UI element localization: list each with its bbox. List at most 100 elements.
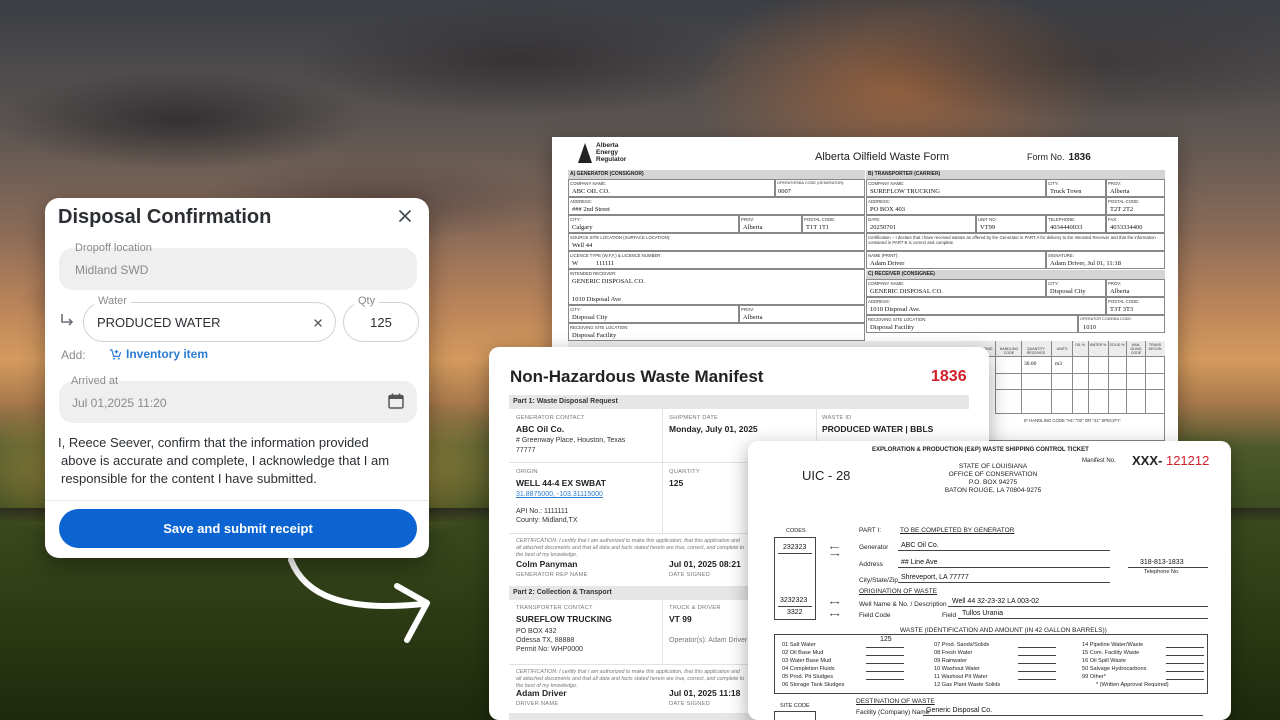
uic-rule — [958, 618, 1208, 619]
uic-well-label: Well Name & No. / Description — [859, 601, 947, 608]
generator-address-line1: # Greenway Place, Houston, Texas — [516, 437, 626, 444]
dropoff-location-label: Dropoff location — [75, 242, 152, 254]
uic-arrow-icon: ⟶ — [830, 552, 840, 559]
uic-28-shipping-ticket: EXPLORATION & PRODUCTION (E&P) WASTE SHI… — [748, 441, 1231, 720]
aer-label: FAX: — [1108, 217, 1118, 222]
dropoff-location-field[interactable]: Dropoff location Midland SWD — [59, 242, 417, 290]
uic-rule — [866, 647, 904, 648]
uic-rule — [1166, 663, 1204, 664]
transporter-contact-label: TRANSPORTER CONTACT — [516, 605, 593, 611]
quantity: 125 — [669, 478, 684, 488]
quantity-field[interactable]: Qty 125 — [343, 295, 419, 342]
aer-units: m3 — [1055, 361, 1063, 367]
aer-value: T3T 3T3 — [1110, 306, 1134, 313]
generator-rep-name: Colm Panyman — [516, 559, 578, 569]
uic-rule — [1166, 671, 1204, 672]
aer-label: PROV: — [1108, 281, 1122, 286]
aer-col-line — [1126, 341, 1127, 413]
aer-label: COMPANY NAME: — [570, 181, 607, 186]
water-label: Water — [94, 295, 131, 307]
aer-value: Alberta — [1110, 188, 1130, 195]
aer-value: Well 44 — [572, 242, 593, 249]
aer-col-line — [1051, 341, 1052, 413]
driver-name-label: DRIVER NAME — [516, 701, 559, 707]
aer-label: CITY: — [1048, 281, 1059, 286]
origin-coordinates-link[interactable]: 31.8875000, -103.31115000 — [516, 491, 603, 498]
dropoff-location-value: Midland SWD — [75, 263, 149, 277]
add-inventory-item-link[interactable]: Inventory item — [109, 347, 208, 361]
cart-add-icon — [109, 348, 122, 360]
uic-phone: 318-813-1833 — [1140, 559, 1184, 566]
quantity-label: QUANTITY — [669, 469, 700, 475]
uic-state-header: STATE OF LOUISIANA OFFICE OF CONSERVATION… — [944, 463, 1042, 494]
aer-label: LICENCE TYPE (W,F,F,) & LICENCE NUMBER: — [570, 253, 662, 258]
uic-rule — [1166, 647, 1204, 648]
uic-rule — [898, 567, 1110, 568]
qty-value: 125 — [370, 315, 392, 330]
subdirectory-arrow-icon — [61, 314, 74, 326]
aer-row-line — [995, 373, 1165, 374]
add-label: Add: — [61, 348, 86, 362]
aer-col-line — [995, 341, 996, 413]
aer-label: UNIT NO: — [978, 217, 997, 222]
flow-arrow-icon — [288, 557, 430, 643]
save-and-submit-button[interactable]: Save and submit receipt — [59, 509, 417, 548]
uic-site-code-label: SITE CODE — [780, 703, 810, 709]
aer-col-header: SOLID % — [1109, 343, 1125, 347]
aer-value: W — [572, 260, 579, 267]
aer-row-line — [995, 389, 1165, 390]
aer-value: Adam Driver, Jul 01, 11:18 — [1050, 260, 1121, 267]
aer-value: PO BOX 403 — [870, 206, 906, 213]
water-type-field[interactable]: Water PRODUCED WATER — [83, 295, 336, 342]
confirmation-statement: I, Reece Seever, confirm that the inform… — [58, 435, 390, 486]
uic-field: Tullos Urania — [962, 610, 1003, 617]
manifest-divider — [662, 409, 663, 533]
transporter-address-1: PO BOX 432 — [516, 628, 557, 635]
uic-rule — [1018, 647, 1056, 648]
aer-label: ADDRESS: — [868, 199, 890, 204]
aer-value: 0007 — [778, 188, 791, 195]
uic-rule — [1018, 679, 1056, 680]
dialog-divider — [45, 500, 429, 501]
uic-rule — [1128, 567, 1208, 568]
aer-value: Disposal City — [1050, 288, 1086, 295]
uic-rule — [1018, 655, 1056, 656]
aer-value: SUREFLOW TRUCKING — [870, 188, 941, 195]
uic-manifest-label: Manifest No. — [1082, 458, 1116, 464]
manifest-part1-header: Part 1: Waste Disposal Request — [509, 395, 969, 409]
aer-value: 111111 — [596, 260, 615, 267]
uic-arrow-icon: ⟷ — [830, 612, 840, 619]
aer-logo-icon — [578, 143, 592, 163]
uic-rule — [866, 663, 904, 664]
uic-field-code-label: Field Code — [859, 612, 891, 619]
aer-label: CITY: — [570, 307, 581, 312]
uic-city: Shreveport, LA 77777 — [901, 574, 969, 581]
aer-label: ADDRESS: — [868, 299, 890, 304]
aer-col-header: QUANTITY RECEIVED — [1026, 347, 1046, 355]
aer-certification: Certification – I declare that I have re… — [868, 235, 1156, 245]
clear-icon[interactable] — [312, 317, 324, 329]
calendar-icon[interactable] — [387, 392, 405, 410]
manifest-number: 1836 — [931, 368, 967, 385]
uic-facility-label: Facility (Company) Name — [856, 709, 930, 716]
aer-section-receiver: C) RECEIVER (CONSIGNEE) — [866, 270, 1165, 279]
uic-code1: 232323 — [783, 544, 807, 551]
arrived-at-field[interactable]: Arrived at Jul 01,2025 11:20 — [59, 375, 417, 423]
close-icon[interactable] — [395, 206, 415, 226]
aer-col-line — [1021, 341, 1022, 413]
water-value: PRODUCED WATER — [97, 315, 221, 330]
uic-waste-col1: 01 Salt Water 02 Oil Base Mud 03 Water Bas… — [782, 642, 845, 688]
uic-rule — [778, 553, 812, 554]
uic-rule — [923, 715, 1203, 716]
aer-label: COMPANY NAME: — [868, 181, 905, 186]
aer-value: T2T 2T2 — [1110, 206, 1134, 213]
uic-field-label: Field — [942, 612, 957, 619]
uic-rule — [1018, 671, 1056, 672]
aer-value: 4034440033 — [1050, 224, 1083, 231]
driver-name: Adam Driver — [516, 688, 567, 698]
aer-handling-note: IF HANDLING CODE "H1","02" OR "21" SPECI… — [1024, 418, 1121, 423]
aer-label: POSTAL CODE: — [1108, 199, 1140, 204]
aer-col-line — [1145, 341, 1146, 413]
aer-label: INTENDED RECEIVER: — [570, 271, 617, 276]
date-signed-label: DATE SIGNED — [669, 572, 711, 578]
